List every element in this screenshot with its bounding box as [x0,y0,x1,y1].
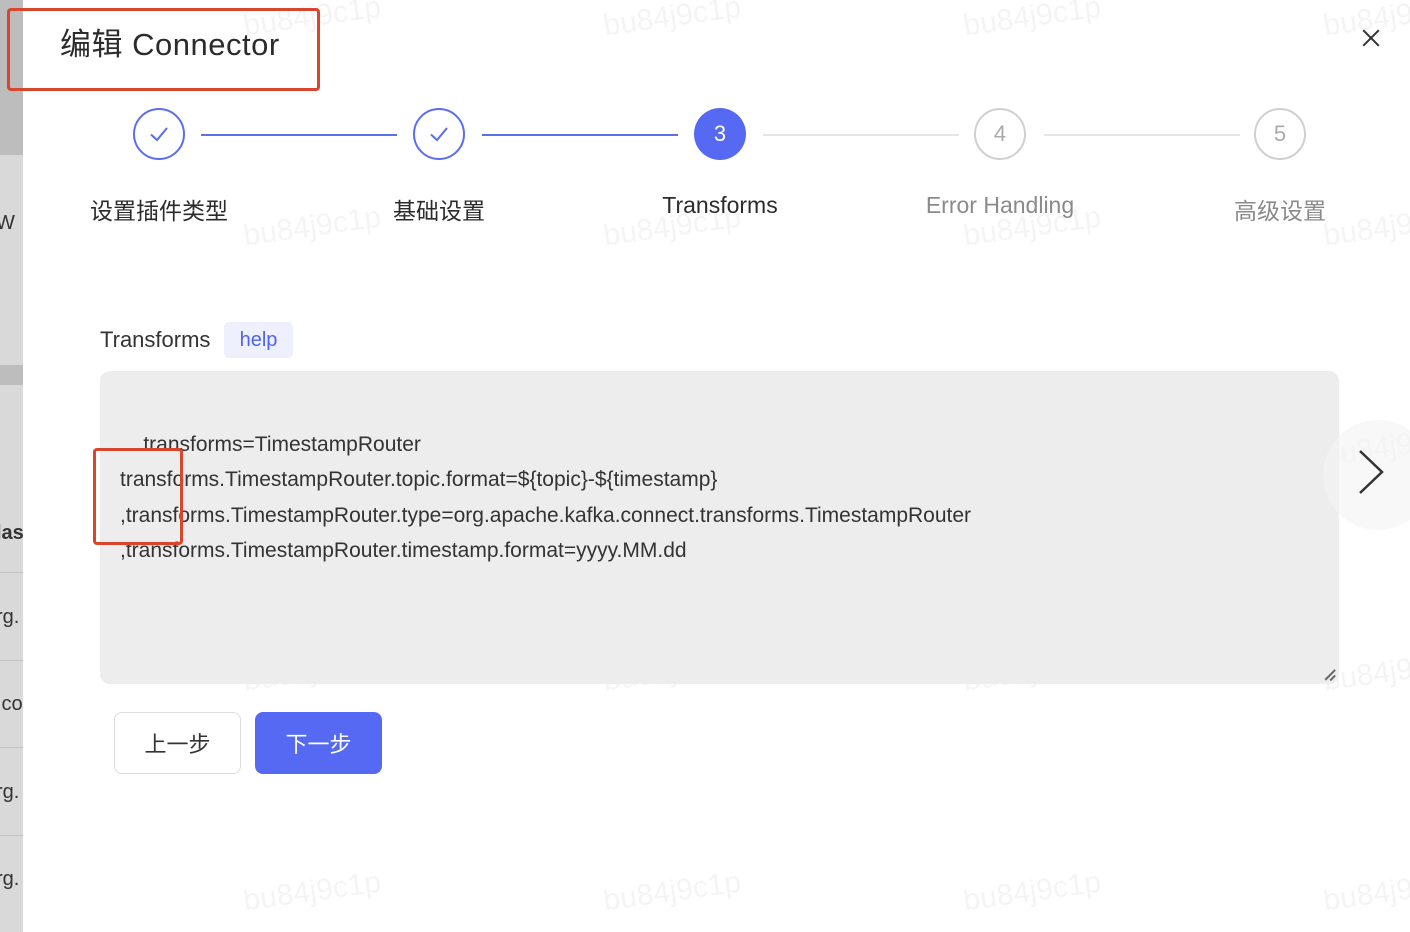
transforms-value: transforms=TimestampRouter transforms.Ti… [120,432,972,563]
step-number-badge: 4 [974,108,1026,160]
step-label: 高级设置 [1234,198,1326,224]
step-advanced-settings[interactable]: 5 高级设置 [1180,108,1380,226]
background-row-divider [0,572,23,573]
close-icon[interactable] [1355,22,1387,54]
background-text-fragment: rg. [0,781,20,803]
background-text-fragment: rg. [0,868,20,890]
help-link[interactable]: help [224,322,293,358]
step-label: Error Handling [925,192,1075,218]
background-text-fragment: .co [0,693,23,715]
background-row-divider [0,835,23,836]
step-label: 设置插件类型 [90,198,228,224]
title-highlight-box [7,8,320,91]
step-number-badge: 3 [694,108,746,160]
check-icon [133,108,185,160]
background-row-divider [0,660,23,661]
background-text-fragment: rg. [0,606,20,628]
next-step-button[interactable]: 下一步 [255,712,382,774]
watermark: bu84j9c1p [961,866,1103,919]
watermark: bu84j9c1p [961,0,1103,43]
resize-handle-icon[interactable] [1323,668,1335,680]
background-text-fragment: las [0,522,23,544]
step-error-handling[interactable]: 4 Error Handling [900,108,1100,219]
step-transforms[interactable]: 3 Transforms [620,108,820,219]
edit-connector-modal: bu84j9c1p bu84j9c1p bu84j9c1p bu84j9c1p … [7,0,1410,932]
step-label: 基础设置 [393,198,485,224]
chevron-right-icon[interactable] [1356,449,1386,495]
check-icon [413,108,465,160]
watermark: bu84j9c1p [241,866,383,919]
code-highlight-box [93,448,183,545]
step-label: Transforms [662,192,778,218]
previous-step-button[interactable]: 上一步 [114,712,241,774]
background-band [0,365,23,385]
transforms-textarea[interactable]: transforms=TimestampRouter transforms.Ti… [100,371,1339,684]
step-number-badge: 5 [1254,108,1306,160]
step-basic-settings[interactable]: 基础设置 [339,108,539,226]
background-row-divider [0,747,23,748]
background-text-fragment: W [0,212,15,234]
watermark: bu84j9c1p [1321,866,1410,919]
watermark: bu84j9c1p [601,866,743,919]
step-plugin-type[interactable]: 设置插件类型 [59,108,259,226]
background-page: W las rg. .co rg. rg. [0,0,23,932]
watermark: bu84j9c1p [601,0,743,43]
transforms-field-label: Transforms [100,327,211,352]
